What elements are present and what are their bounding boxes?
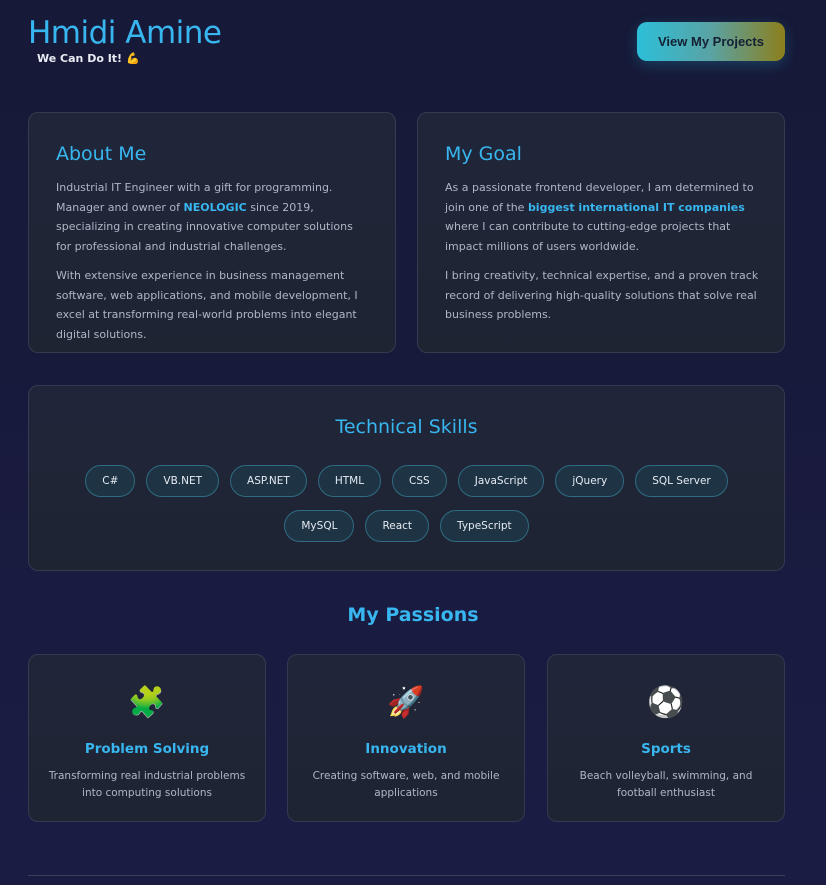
about-paragraph-2: With extensive experience in business ma…: [56, 269, 358, 341]
about-paragraph-1: Industrial IT Engineer with a gift for p…: [56, 178, 369, 256]
passion-title: Innovation: [365, 741, 447, 757]
skill-chip: HTML: [317, 465, 382, 497]
passion-description: Creating software, web, and mobile appli…: [312, 770, 500, 799]
passion-card-innovation: 🚀 Innovation Creating software, web, and…: [287, 654, 525, 822]
skill-chip: JavaScript: [457, 465, 545, 497]
goal-highlight: biggest international IT companies: [527, 200, 745, 214]
passion-description: Transforming real industrial problems in…: [48, 770, 246, 799]
skill-chip: TypeScript: [440, 510, 529, 542]
passion-description: Beach volleyball, swimming, and football…: [579, 770, 753, 799]
brand-name: Hmidi Amine: [28, 15, 222, 51]
skill-chip: CSS: [392, 465, 447, 497]
brand: Hmidi Amine We Can Do It! 💪: [28, 14, 222, 66]
soccer-ball-icon: ⚽: [647, 685, 685, 720]
technical-skills-title: Technical Skills: [335, 416, 478, 438]
flexed-biceps-icon: 💪: [126, 52, 140, 65]
rocket-icon: 🚀: [387, 685, 425, 720]
skill-chip-list: C# VB.NET ASP.NET HTML CSS JavaScript jQ…: [59, 465, 754, 542]
view-projects-button[interactable]: View My Projects: [637, 22, 785, 61]
skill-chip: MySQL: [284, 510, 355, 542]
passion-title: Sports: [641, 741, 691, 757]
skill-chip: jQuery: [555, 465, 625, 497]
skill-chip: C#: [85, 465, 136, 497]
goal-paragraph-2: I bring creativity, technical expertise,…: [445, 269, 759, 321]
brand-tagline: We Can Do It! 💪: [37, 52, 222, 66]
my-passions-title: My Passions: [347, 604, 479, 626]
skill-chip: SQL Server: [635, 465, 728, 497]
puzzle-icon: 🧩: [128, 685, 166, 720]
passion-card-problem-solving: 🧩 Problem Solving Transforming real indu…: [28, 654, 266, 822]
goal-text-b: where I can contribute to cutting-edge p…: [445, 220, 731, 253]
portfolio-page: Hmidi Amine We Can Do It! 💪 View My Proj…: [0, 0, 826, 885]
my-goal-card: My Goal As a passionate frontend develop…: [417, 112, 785, 353]
my-goal-title: My Goal: [445, 143, 522, 165]
skill-chip: React: [365, 510, 430, 542]
technical-skills-card: Technical Skills C# VB.NET ASP.NET HTML …: [28, 385, 785, 571]
company-name-highlight: NEOLOGIC: [183, 200, 247, 214]
skill-chip: VB.NET: [146, 465, 220, 497]
footer-divider: [28, 875, 785, 876]
about-me-title: About Me: [56, 143, 147, 165]
goal-paragraph-1: As a passionate frontend developer, I am…: [445, 178, 762, 256]
passion-card-sports: ⚽ Sports Beach volleyball, swimming, and…: [547, 654, 785, 822]
tagline-text: We Can Do It!: [37, 52, 123, 65]
about-me-card: About Me Industrial IT Engineer with a g…: [28, 112, 396, 353]
passion-title: Problem Solving: [84, 741, 210, 757]
skill-chip: ASP.NET: [230, 465, 307, 497]
